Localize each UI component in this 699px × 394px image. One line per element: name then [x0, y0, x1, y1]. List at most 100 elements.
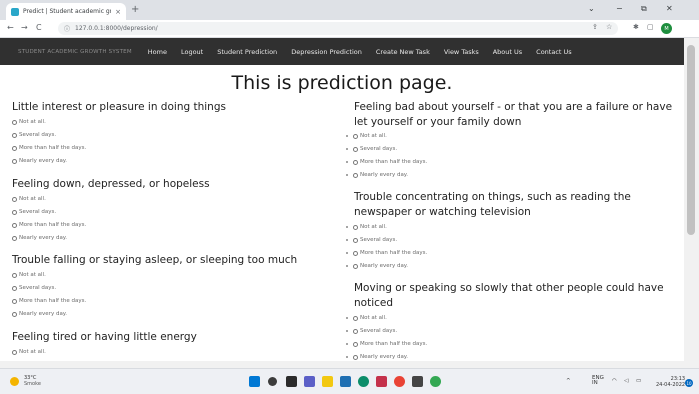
radio-option[interactable]: Nearly every day.: [12, 235, 67, 241]
radio-circle-icon[interactable]: [12, 222, 17, 228]
nav-student-prediction[interactable]: Student Prediction: [217, 48, 277, 56]
address-bar[interactable]: ⓘ 127.0.0.1:8000/depression/: [58, 22, 618, 35]
reload-icon[interactable]: C: [36, 23, 42, 32]
back-arrow-icon[interactable]: ←: [7, 23, 14, 32]
share-icon[interactable]: ⇪: [592, 23, 598, 31]
weather-widget[interactable]: 33°C Smoke: [24, 375, 41, 387]
terminal-icon[interactable]: [412, 376, 423, 387]
radio-option[interactable]: Several days.: [12, 209, 56, 215]
tab-close-icon[interactable]: ×: [115, 8, 121, 16]
battery-icon[interactable]: ▭: [636, 378, 641, 384]
app-icon[interactable]: [430, 376, 441, 387]
radio-circle-icon[interactable]: [353, 237, 358, 243]
start-windows-icon[interactable]: [249, 376, 260, 387]
radio-option[interactable]: Nearly every day.: [346, 354, 408, 360]
radio-circle-icon[interactable]: [12, 285, 17, 291]
radio-circle-icon[interactable]: [353, 354, 358, 360]
radio-option[interactable]: Several days.: [346, 237, 397, 243]
radio-option[interactable]: Nearly every day.: [12, 311, 67, 317]
store-icon[interactable]: [340, 376, 351, 387]
radio-circle-icon[interactable]: [12, 132, 17, 138]
minimize-button[interactable]: −: [616, 4, 623, 13]
search-icon[interactable]: [268, 377, 277, 386]
new-tab-button[interactable]: +: [131, 4, 139, 15]
radio-circle-icon[interactable]: [353, 159, 358, 165]
volume-icon[interactable]: ◁: [624, 378, 628, 384]
language-indicator[interactable]: ENG IN: [592, 375, 604, 386]
chat-icon[interactable]: [304, 376, 315, 387]
notification-badge[interactable]: 10: [685, 379, 693, 387]
nav-view-tasks[interactable]: View Tasks: [444, 48, 479, 56]
radio-option[interactable]: Several days.: [346, 328, 397, 334]
radio-circle-icon[interactable]: [353, 315, 358, 321]
radio-circle-icon[interactable]: [353, 133, 358, 139]
radio-option[interactable]: Not at all.: [12, 349, 46, 355]
radio-option[interactable]: Nearly every day.: [346, 263, 408, 269]
radio-circle-icon[interactable]: [353, 250, 358, 256]
radio-option[interactable]: Not at all.: [12, 119, 46, 125]
radio-option[interactable]: More than half the days.: [346, 250, 427, 256]
radio-circle-icon[interactable]: [353, 263, 358, 269]
radio-option[interactable]: Not at all.: [12, 272, 46, 278]
nav-contact-us[interactable]: Contact Us: [536, 48, 572, 56]
radio-circle-icon[interactable]: [12, 119, 17, 125]
nav-logout[interactable]: Logout: [181, 48, 203, 56]
side-panel-icon[interactable]: ▢: [647, 23, 654, 31]
file-explorer-icon[interactable]: [322, 376, 333, 387]
radio-option[interactable]: Several days.: [12, 285, 56, 291]
radio-circle-icon[interactable]: [353, 341, 358, 347]
radio-circle-icon[interactable]: [353, 146, 358, 152]
extensions-icon[interactable]: ✱: [633, 23, 639, 31]
radio-circle-icon[interactable]: [12, 235, 17, 241]
radio-option[interactable]: More than half the days.: [12, 145, 86, 151]
radio-circle-icon[interactable]: [353, 328, 358, 334]
vscode-icon[interactable]: [376, 376, 387, 387]
horizontal-scrollbar[interactable]: [0, 361, 699, 368]
radio-circle-icon[interactable]: [12, 145, 17, 151]
radio-option[interactable]: More than half the days.: [346, 341, 427, 347]
radio-option[interactable]: Several days.: [12, 132, 56, 138]
radio-option[interactable]: Not at all.: [346, 224, 387, 230]
edge-browser-icon[interactable]: [358, 376, 369, 387]
task-view-icon[interactable]: [286, 376, 297, 387]
close-window-button[interactable]: ✕: [666, 4, 673, 13]
radio-option[interactable]: Nearly every day.: [346, 172, 408, 178]
browser-tab[interactable]: Predict | Student academic grow ×: [6, 3, 126, 20]
weather-sun-icon[interactable]: [10, 377, 19, 386]
restore-button[interactable]: ⧉: [641, 4, 647, 14]
radio-option[interactable]: Not at all.: [346, 315, 387, 321]
site-brand[interactable]: STUDENT ACADEMIC GROWTH SYSTEM: [18, 49, 132, 55]
bookmark-star-icon[interactable]: ☆: [606, 23, 612, 31]
radio-circle-icon[interactable]: [12, 272, 17, 278]
system-clock[interactable]: 23:13 24-04-2022: [656, 376, 685, 388]
tray-chevron-icon[interactable]: ^: [566, 378, 571, 384]
nav-depression-prediction[interactable]: Depression Prediction: [291, 48, 362, 56]
radio-option[interactable]: Not at all.: [12, 196, 46, 202]
tab-search-chevron-icon[interactable]: ⌄: [588, 4, 595, 13]
nav-about-us[interactable]: About Us: [493, 48, 522, 56]
radio-circle-icon[interactable]: [12, 349, 17, 355]
radio-circle-icon[interactable]: [12, 298, 17, 304]
radio-circle-icon[interactable]: [12, 196, 17, 202]
radio-circle-icon[interactable]: [12, 158, 17, 164]
radio-option[interactable]: Nearly every day.: [12, 158, 67, 164]
radio-option[interactable]: Several days.: [346, 146, 397, 152]
radio-circle-icon[interactable]: [353, 224, 358, 230]
radio-circle-icon[interactable]: [353, 172, 358, 178]
wifi-icon[interactable]: ◠: [612, 378, 617, 384]
nav-create-new-task[interactable]: Create New Task: [376, 48, 430, 56]
chrome-icon[interactable]: [394, 376, 405, 387]
question-title: Little interest or pleasure in doing thi…: [12, 101, 226, 113]
radio-circle-icon[interactable]: [12, 311, 17, 317]
site-info-icon[interactable]: ⓘ: [64, 24, 70, 33]
url-text[interactable]: 127.0.0.1:8000/depression/: [75, 25, 158, 32]
forward-arrow-icon[interactable]: →: [21, 23, 28, 32]
radio-option[interactable]: More than half the days.: [12, 222, 86, 228]
radio-option[interactable]: More than half the days.: [12, 298, 86, 304]
profile-avatar[interactable]: M: [661, 23, 672, 34]
radio-circle-icon[interactable]: [12, 209, 17, 215]
radio-option[interactable]: Not at all.: [346, 133, 387, 139]
radio-option[interactable]: More than half the days.: [346, 159, 427, 165]
scrollbar-thumb[interactable]: [687, 45, 695, 235]
nav-home[interactable]: Home: [148, 48, 167, 56]
